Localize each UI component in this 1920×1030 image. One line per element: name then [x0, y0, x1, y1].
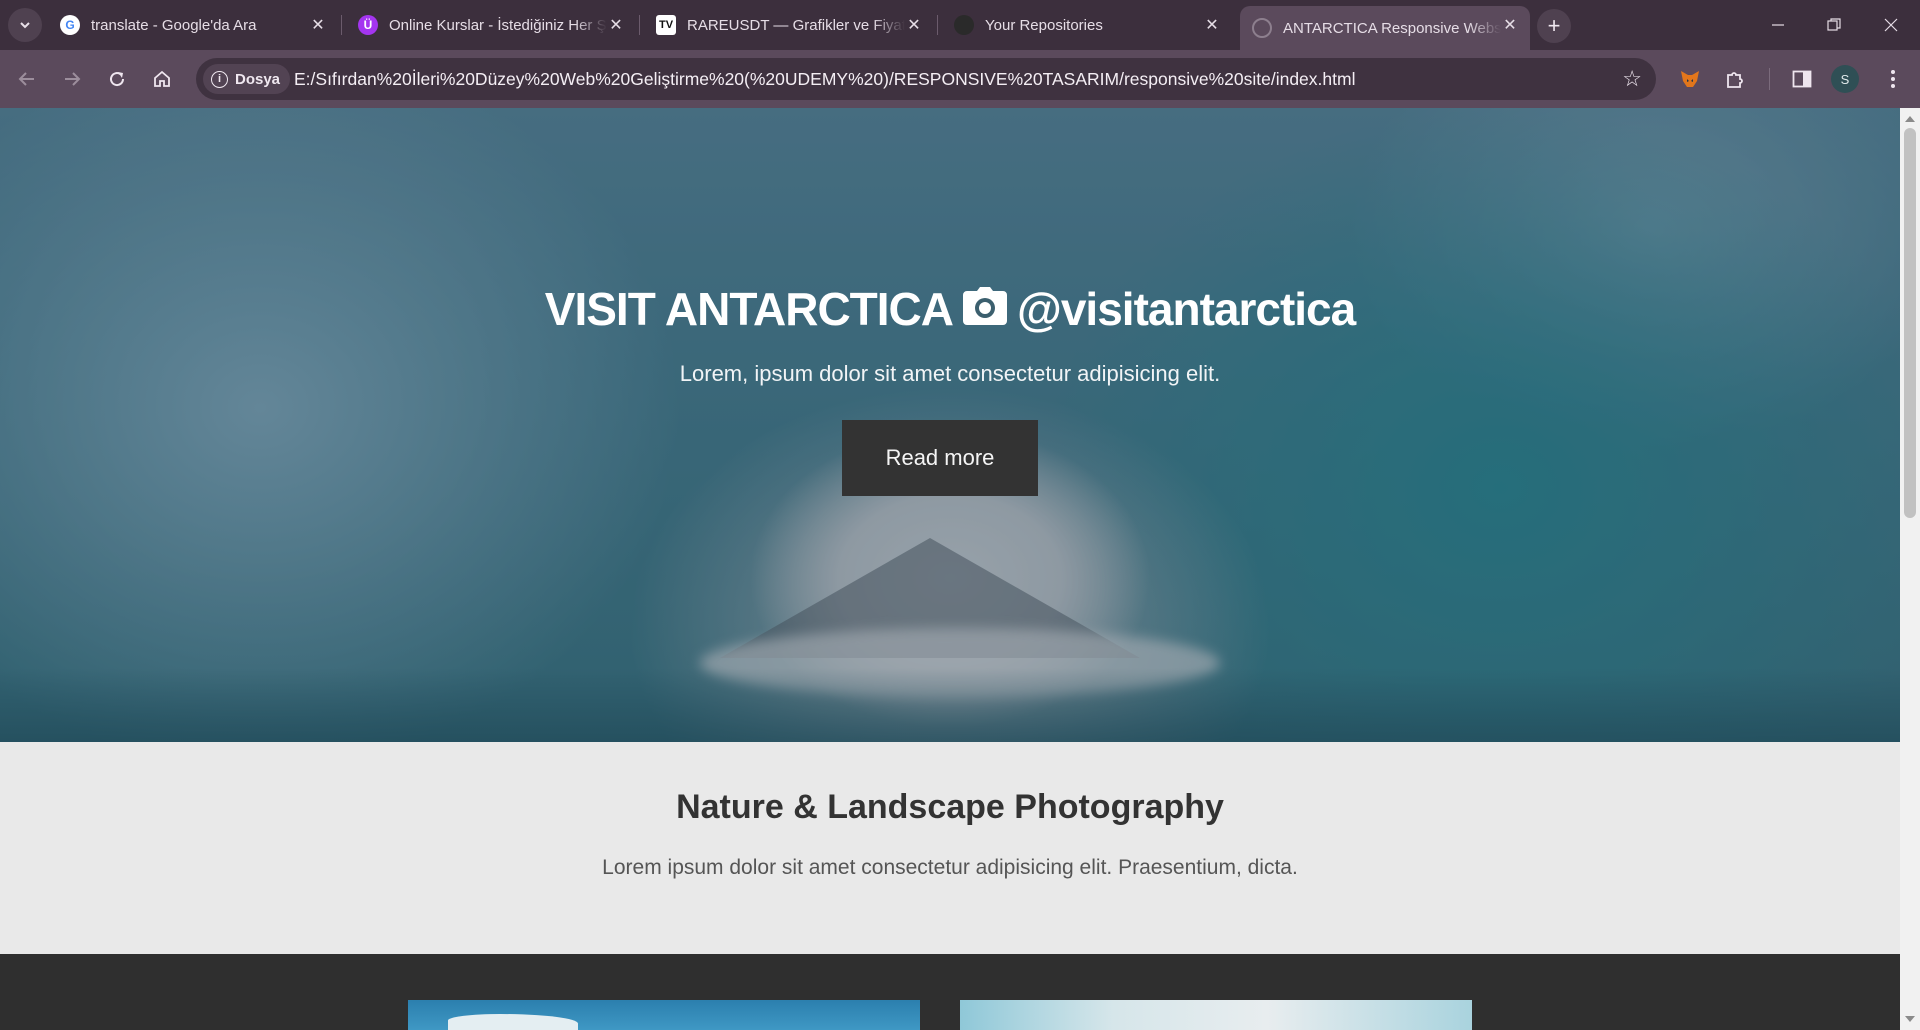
more-vertical-icon: [1891, 70, 1895, 88]
tab-title: RAREUSDT — Grafikler ve Fiyatlar: [687, 16, 905, 34]
close-window-button[interactable]: [1869, 8, 1913, 42]
close-icon[interactable]: ✕: [1202, 15, 1222, 35]
address-bar[interactable]: i Dosya E:/Sıfırdan%20İleri%20Düzey%20We…: [196, 58, 1656, 100]
tab-divider: [639, 15, 640, 35]
udemy-icon: Ü: [358, 15, 378, 35]
globe-icon: [1252, 18, 1272, 38]
metamask-extension-button[interactable]: [1672, 61, 1708, 97]
camera-icon: [962, 282, 1007, 336]
tab-title: Your Repositories: [985, 16, 1103, 34]
extensions-button[interactable]: [1717, 61, 1753, 97]
close-icon[interactable]: ✕: [1500, 15, 1520, 35]
tab-strip: G translate - Google'da Ara ✕ Ü Online K…: [0, 0, 1920, 50]
close-icon[interactable]: ✕: [308, 15, 328, 35]
tab-title: ANTARCTICA Responsive Website: [1283, 19, 1501, 37]
home-button[interactable]: [144, 61, 180, 97]
tab-udemy[interactable]: Ü Online Kurslar - İstediğiniz Her Şeyi …: [346, 6, 636, 44]
tradingview-icon: TV: [656, 15, 676, 35]
browser-toolbar: i Dosya E:/Sıfırdan%20İleri%20Düzey%20We…: [0, 50, 1920, 108]
hero-subtitle: Lorem, ipsum dolor sit amet consectetur …: [679, 361, 1221, 386]
section-text: Lorem ipsum dolor sit amet consectetur a…: [602, 856, 1298, 879]
fox-icon: [1681, 71, 1699, 87]
puzzle-icon: [1727, 72, 1743, 88]
side-panel-button[interactable]: [1784, 61, 1820, 97]
new-tab-button[interactable]: +: [1537, 9, 1571, 43]
github-icon: [954, 15, 974, 35]
hero-section: VISIT ANTARCTICA @visitantarctica Lorem,…: [0, 108, 1900, 742]
tab-github[interactable]: Your Repositories ✕: [942, 6, 1232, 44]
home-icon: [154, 70, 170, 87]
browser-menu-button[interactable]: [1875, 61, 1911, 97]
tab-divider: [937, 15, 938, 35]
page-viewport: VISIT ANTARCTICA @visitantarctica Lorem,…: [0, 108, 1900, 1030]
scroll-down-arrow-icon[interactable]: [1905, 1016, 1915, 1022]
scrollbar-thumb[interactable]: [1904, 128, 1916, 518]
hero-title: VISIT ANTARCTICA @visitantarctica: [0, 282, 1900, 336]
tab-search-button[interactable]: [8, 8, 42, 42]
intro-section: Nature & Landscape Photography Lorem ips…: [0, 742, 1900, 954]
restore-icon: [1827, 18, 1841, 31]
close-icon[interactable]: ✕: [904, 15, 924, 35]
forward-button[interactable]: [54, 61, 90, 97]
vertical-scrollbar[interactable]: [1900, 108, 1920, 1030]
reload-icon: [110, 72, 125, 87]
google-icon: G: [60, 15, 80, 35]
bookmark-star-icon[interactable]: ☆: [1622, 67, 1642, 91]
toolbar-divider: [1769, 68, 1770, 90]
gallery-image: [960, 1000, 1472, 1030]
close-icon[interactable]: ✕: [606, 15, 626, 35]
read-more-button[interactable]: Read more: [842, 420, 1038, 496]
tab-title: translate - Google'da Ara: [91, 16, 257, 34]
reload-button[interactable]: [99, 61, 135, 97]
close-icon: [1884, 18, 1898, 32]
tab-tradingview[interactable]: TV RAREUSDT — Grafikler ve Fiyatlar ✕: [644, 6, 934, 44]
minimize-button[interactable]: [1756, 8, 1800, 42]
section-title: Nature & Landscape Photography: [676, 788, 1224, 826]
side-panel-icon: [1792, 70, 1812, 88]
tab-google[interactable]: G translate - Google'da Ara ✕: [48, 6, 338, 44]
arrow-right-icon: [65, 72, 81, 86]
gallery-section: [0, 954, 1900, 1030]
restore-button[interactable]: [1812, 8, 1856, 42]
arrow-left-icon: [18, 72, 34, 86]
chevron-down-icon: [20, 22, 30, 29]
info-icon: i: [211, 70, 228, 88]
back-button[interactable]: [9, 61, 45, 97]
plus-icon: +: [1547, 13, 1561, 38]
tab-antarctica[interactable]: ANTARCTICA Responsive Website ✕: [1240, 6, 1530, 50]
url-text[interactable]: E:/Sıfırdan%20İleri%20Düzey%20Web%20Geli…: [294, 69, 1355, 90]
hero-title-text: VISIT ANTARCTICA: [544, 283, 954, 335]
minimize-icon: [1772, 24, 1784, 26]
tab-title: Online Kurslar - İstediğiniz Her Şeyi Öğ…: [389, 16, 607, 34]
scroll-up-arrow-icon[interactable]: [1905, 116, 1915, 122]
profile-avatar[interactable]: S: [1831, 65, 1859, 93]
site-info-chip[interactable]: i Dosya: [203, 64, 291, 94]
hero-instagram-handle[interactable]: @visitantarctica: [1017, 282, 1356, 336]
tab-divider: [341, 15, 342, 35]
gallery-image: [408, 1000, 920, 1030]
site-info-label: Dosya: [235, 70, 281, 88]
